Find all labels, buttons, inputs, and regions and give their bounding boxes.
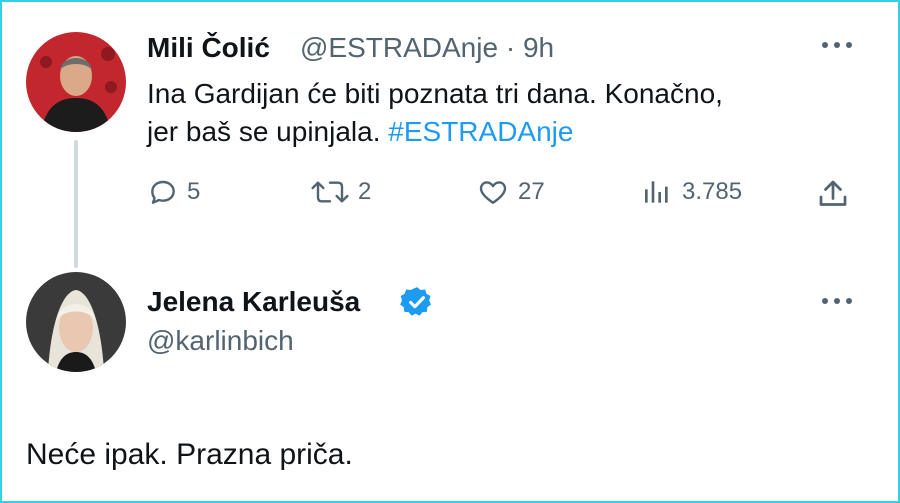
more-options-icon[interactable] [820, 38, 854, 56]
author-name[interactable]: Jelena Karleuša [147, 286, 360, 318]
tweet-text-line2-content: jer baš se upinjala. [147, 116, 381, 147]
timestamp[interactable]: 9h [523, 32, 554, 63]
verified-badge-icon [400, 285, 434, 324]
tweet-text-line2: jer baš se upinjala. #ESTRADAnje [147, 113, 723, 151]
share-button[interactable] [815, 176, 859, 212]
reply-icon [151, 180, 175, 204]
author-name[interactable]: Mili Čolić [147, 32, 270, 64]
tweet-text: Ina Gardijan će biti poznata tri dana. K… [147, 75, 723, 151]
author-handle[interactable]: @karlinbich [147, 325, 294, 357]
like-count: 27 [518, 178, 545, 205]
separator-dot: · [505, 32, 516, 63]
views-button[interactable]: 3.785 [640, 176, 742, 208]
hashtag-link[interactable]: #ESTRADAnje [388, 116, 573, 147]
handle-text[interactable]: @ESTRADAnje [300, 32, 498, 63]
avatar-jelena-karleusa[interactable] [26, 272, 126, 372]
avatar-mili-colic[interactable] [26, 32, 126, 132]
share-icon [819, 180, 847, 206]
retweet-button[interactable]: 2 [310, 176, 371, 208]
heart-icon [479, 181, 507, 204]
author-handle[interactable]: @ESTRADAnje · 9h [300, 32, 554, 64]
more-options-icon[interactable] [820, 294, 854, 312]
like-button[interactable]: 27 [476, 176, 545, 208]
reply-button[interactable]: 5 [147, 176, 200, 208]
tweet-text: Neće ipak. Prazna priča. [26, 438, 353, 471]
retweet-icon [311, 181, 349, 203]
reply-count: 5 [187, 178, 201, 205]
thread-connector [74, 140, 78, 268]
retweet-count: 2 [358, 178, 372, 205]
views-count: 3.785 [682, 178, 743, 205]
views-chart-icon [645, 181, 668, 203]
tweet-text-line1: Ina Gardijan će biti poznata tri dana. K… [147, 78, 723, 109]
